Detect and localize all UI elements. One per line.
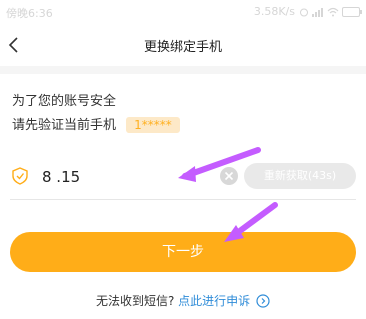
clear-input-icon[interactable]: [219, 166, 239, 186]
intro-line-2: 请先验证当前手机 1*****: [12, 114, 180, 138]
status-bar: 傍晚6:36 3.58K/s: [0, 0, 366, 24]
masked-phone: 1*****: [126, 117, 180, 133]
status-indicators: 3.58K/s: [253, 5, 362, 18]
verification-code-row: 重新获取(43s): [10, 160, 356, 192]
appeal-link[interactable]: 点此进行申诉: [178, 294, 250, 308]
circle-arrow-right-icon[interactable]: [256, 294, 270, 308]
battery-icon: [342, 6, 362, 17]
intro-text: 为了您的账号安全 请先验证当前手机 1*****: [12, 90, 180, 138]
alarm-icon: [300, 8, 308, 16]
nav-bar: 更换绑定手机: [0, 26, 366, 64]
signal-icon: [312, 7, 323, 17]
resend-code-button[interactable]: 重新获取(43s): [244, 163, 356, 189]
intro-line-2-text: 请先验证当前手机: [12, 118, 117, 133]
status-time: 傍晚6:36: [6, 7, 53, 20]
help-question: 无法收到短信?: [95, 294, 175, 308]
status-icons: [299, 6, 362, 17]
verification-code-input[interactable]: [40, 163, 204, 191]
page-title: 更换绑定手机: [143, 40, 222, 55]
shield-check-icon: [12, 167, 28, 185]
help-row: 无法收到短信? 点此进行申诉: [0, 292, 366, 309]
wifi-icon: [327, 7, 339, 16]
intro-line-1: 为了您的账号安全: [12, 94, 117, 109]
code-input-underline: [10, 199, 356, 200]
next-step-button[interactable]: 下一步: [10, 232, 356, 272]
section-divider: [0, 66, 366, 74]
network-speed: 3.58K/s: [253, 5, 295, 18]
